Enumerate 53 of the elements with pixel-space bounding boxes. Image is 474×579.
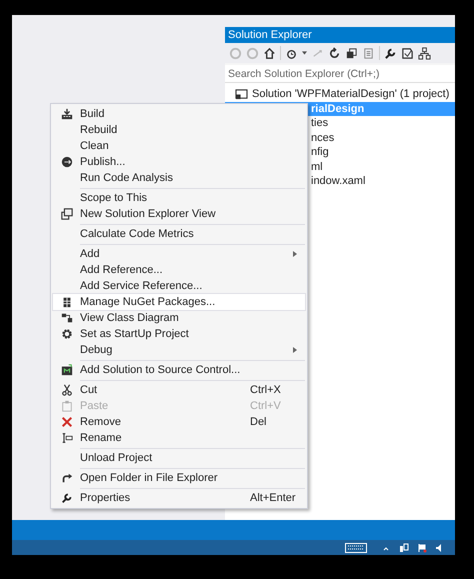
flag-icon[interactable]	[417, 542, 427, 552]
solution-icon	[235, 88, 248, 100]
menu-item[interactable]: Unload Project	[53, 450, 305, 466]
menu-item[interactable]: Add Solution to Source Control...	[53, 362, 305, 378]
menu-item[interactable]: Remove Del	[53, 414, 305, 430]
tree-item-label: nfig	[311, 146, 329, 158]
menu-item[interactable]: Calculate Code Metrics	[53, 226, 305, 242]
menu-item[interactable]: Manage NuGet Packages...	[53, 294, 305, 310]
build-icon	[60, 108, 72, 120]
menu-item[interactable]: View Class Diagram	[53, 310, 305, 326]
tree-item-label: ties	[311, 117, 328, 130]
menu-item[interactable]: Scope to This	[53, 190, 305, 206]
menu-item[interactable]: Open Folder in File Explorer	[53, 470, 305, 486]
menu-item[interactable]: Clean	[53, 138, 305, 154]
tree-item-label: Solution 'WPFMaterialDesign' (1 project)	[252, 88, 450, 100]
cross-icon	[60, 416, 72, 428]
menu-item[interactable]: Rename	[53, 430, 305, 446]
tree-item-label: rialDesign	[311, 102, 364, 115]
search-field[interactable]: Search Solution Explorer (Ctrl+;)	[225, 65, 455, 83]
package-icon	[60, 296, 72, 308]
menu-item[interactable]: Set as StartUp Project	[53, 326, 305, 342]
menu-item[interactable]: New Solution Explorer View	[53, 206, 305, 222]
preview-icon[interactable]	[401, 46, 414, 60]
tree-item[interactable]: Solution 'WPFMaterialDesign' (1 project)	[225, 87, 455, 102]
files-icon[interactable]	[362, 46, 375, 60]
menu-item[interactable]: Publish...	[53, 154, 305, 170]
tree-item-label: nces	[311, 132, 334, 144]
menu-item[interactable]: Add Service Reference...	[53, 278, 305, 294]
collapse-icon[interactable]	[345, 46, 358, 60]
dropdown-icon[interactable]	[302, 51, 307, 55]
tree-item-label: indow.xaml	[311, 175, 366, 188]
gear-icon	[60, 328, 72, 340]
home-icon[interactable]	[263, 46, 276, 60]
menu-item[interactable]: Add	[53, 246, 305, 262]
menu-item[interactable]: Cut Ctrl+X	[53, 382, 305, 398]
windows-icon	[60, 208, 72, 220]
diagram-icon	[60, 312, 72, 324]
class-diagram-icon[interactable]	[418, 46, 431, 60]
clipboard-icon	[60, 400, 72, 412]
menu-item[interactable]: Debug	[53, 342, 305, 358]
refresh-icon[interactable]	[328, 46, 341, 60]
rename-icon	[60, 432, 72, 444]
scissors-icon	[60, 384, 72, 396]
wrench-icon	[60, 492, 72, 504]
menu-item[interactable]: Rebuild	[53, 122, 305, 138]
keyboard-icon[interactable]	[345, 542, 367, 552]
wrench-icon[interactable]	[384, 46, 397, 60]
panel-title: Solution Explorer	[225, 27, 455, 43]
menu-item[interactable]: Add Reference...	[53, 262, 305, 278]
menu-item[interactable]: Properties Alt+Enter	[53, 490, 305, 506]
tree-item-label: ml	[311, 160, 323, 173]
menu-item[interactable]: Run Code Analysis	[53, 170, 305, 186]
curved-arrow-icon	[60, 472, 72, 484]
